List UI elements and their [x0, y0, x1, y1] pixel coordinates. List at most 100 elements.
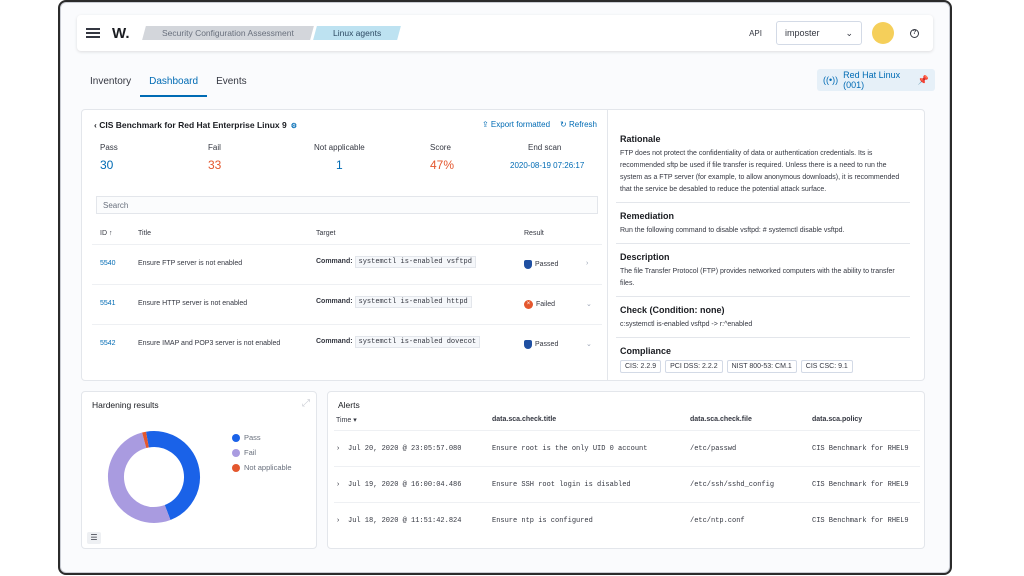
legend-item-not-applicable[interactable]: Not applicable	[232, 460, 292, 475]
rationale-title: Rationale	[620, 134, 661, 144]
chevron-right-icon[interactable]: ›	[586, 260, 588, 267]
col-id[interactable]: ID ↑	[100, 230, 112, 237]
stat-not-applicable: Not applicable 1	[314, 143, 365, 172]
fail-icon: ×	[524, 300, 533, 309]
row-title: Ensure FTP server is not enabled	[138, 260, 243, 267]
api-select-value: imposter	[785, 28, 820, 38]
export-button[interactable]: ⇪ Export formatted	[482, 120, 550, 129]
remediation-title: Remediation	[620, 211, 675, 221]
remediation-text: Run the following command to disable vsf…	[620, 227, 845, 234]
row-target: Command: systemctl is-enabled dovecot	[316, 336, 481, 348]
table-row[interactable]: 5542 Ensure IMAP and POP3 server is not …	[92, 324, 602, 364]
chart-legend: Pass Fail Not applicable	[232, 430, 292, 475]
chevron-down-icon[interactable]: ⌄	[586, 340, 592, 348]
row-result: × Failed	[524, 300, 555, 309]
compliance-badge: CIS CSC: 9.1	[800, 360, 853, 373]
description-section: Description The file Transfer Protocol (…	[616, 244, 910, 297]
stat-end-scan: End scan 2020-08-19 07:26:17	[510, 143, 585, 170]
col-policy: data.sca.policy	[812, 416, 863, 423]
tab-inventory[interactable]: Inventory	[81, 69, 140, 97]
legend-item-fail[interactable]: Fail	[232, 445, 292, 460]
alert-file: /etc/ssh/sshd_config	[690, 481, 775, 489]
stat-pass: Pass 30	[100, 143, 118, 172]
benchmark-panel: ‹ CIS Benchmark for Red Hat Enterprise L…	[81, 109, 925, 381]
row-id[interactable]: 5540	[100, 260, 116, 267]
alert-policy: CIS Benchmark for RHEL9	[812, 481, 909, 489]
menu-icon[interactable]	[86, 28, 100, 38]
row-title: Ensure HTTP server is not enabled	[138, 300, 248, 307]
checks-section: ‹ CIS Benchmark for Red Hat Enterprise L…	[82, 110, 608, 380]
remediation-section: Remediation Run the following command to…	[616, 203, 910, 244]
tab-dashboard[interactable]: Dashboard	[140, 69, 208, 97]
check-details: Rationale FTP does not protect the confi…	[616, 126, 910, 379]
row-result: Passed	[524, 260, 558, 269]
row-id[interactable]: 5541	[100, 300, 116, 307]
alert-title: Ensure SSH root login is disabled	[492, 481, 631, 489]
alert-time: Jul 18, 2020 @ 11:51:42.824	[348, 517, 462, 525]
alert-file: /etc/passwd	[690, 445, 737, 453]
alert-policy: CIS Benchmark for RHEL9	[812, 445, 909, 453]
alert-title: Ensure root is the only UID 0 account	[492, 445, 648, 453]
alert-policy: CIS Benchmark for RHEL9	[812, 517, 909, 525]
alerts-panel: Alerts Time ▾ data.sca.check.title data.…	[327, 391, 925, 549]
compliance-badge: CIS: 2.2.9	[620, 360, 662, 373]
col-check-file: data.sca.check.file	[690, 416, 752, 423]
compliance-title: Compliance	[620, 346, 672, 356]
description-text: The file Transfer Protocol (FTP) provide…	[620, 268, 895, 287]
rationale-text: FTP does not protect the confidentiality…	[620, 150, 900, 193]
chevron-right-icon[interactable]: ›	[336, 517, 340, 525]
description-title: Description	[620, 252, 670, 262]
search-input[interactable]: Search	[96, 196, 598, 214]
hardening-panel: Hardening results ⤢ Pass Fail Not applic…	[81, 391, 317, 549]
settings-icon[interactable]: ⚙	[291, 123, 297, 130]
api-select[interactable]: imposter ⌄	[776, 21, 862, 45]
legend-dot	[232, 433, 240, 442]
col-check-title: data.sca.check.title	[492, 416, 557, 423]
stats-row: Pass 30 Fail 33 Not applicable 1 Score 4…	[100, 143, 600, 172]
alert-row[interactable]: › Jul 19, 2020 @ 16:00:04.486 Ensure SSH…	[334, 466, 920, 502]
agent-selector[interactable]: ((•)) Red Hat Linux (001) 📌	[817, 69, 935, 91]
check-section: Check (Condition: none) c:systemctl is-e…	[616, 297, 910, 338]
tab-bar: Inventory Dashboard Events	[81, 69, 256, 97]
rationale-section: Rationale FTP does not protect the confi…	[616, 126, 910, 203]
legend-dot	[232, 463, 240, 472]
alert-row[interactable]: › Jul 18, 2020 @ 11:51:42.824 Ensure ntp…	[334, 502, 920, 538]
compliance-badges: CIS: 2.2.9 PCI DSS: 2.2.2 NIST 800-53: C…	[620, 360, 906, 373]
breadcrumb-sca[interactable]: Security Configuration Assessment	[141, 26, 314, 40]
col-result: Result	[524, 230, 544, 237]
api-label: API	[749, 28, 762, 38]
help-icon[interactable]: ?	[910, 28, 919, 38]
alert-file: /etc/ntp.conf	[690, 517, 745, 525]
refresh-icon: ↻	[560, 120, 569, 129]
app-window: W. Security Configuration Assessment Lin…	[60, 2, 950, 573]
avatar[interactable]	[872, 22, 894, 44]
refresh-button[interactable]: ↻ Refresh	[560, 120, 597, 129]
tab-events[interactable]: Events	[207, 69, 256, 97]
table-row[interactable]: 5540 Ensure FTP server is not enabled Co…	[92, 244, 602, 284]
breadcrumb-linux-agents[interactable]: Linux agents	[313, 26, 402, 40]
shield-icon	[524, 340, 532, 349]
col-time[interactable]: Time ▾	[336, 416, 357, 424]
agent-name: Red Hat Linux (001)	[843, 70, 901, 90]
col-title: Title	[138, 230, 151, 237]
benchmark-actions: ⇪ Export formatted ↻ Refresh	[482, 120, 597, 129]
benchmark-title[interactable]: ‹ CIS Benchmark for Red Hat Enterprise L…	[94, 120, 297, 130]
shield-icon	[524, 260, 532, 269]
alert-row[interactable]: › Jul 20, 2020 @ 23:05:57.080 Ensure roo…	[334, 430, 920, 466]
row-result: Passed	[524, 340, 558, 349]
row-target: Command: systemctl is-enabled vsftpd	[316, 256, 476, 268]
row-id[interactable]: 5542	[100, 340, 116, 347]
table-row[interactable]: 5541 Ensure HTTP server is not enabled C…	[92, 284, 602, 324]
chevron-right-icon[interactable]: ›	[336, 481, 340, 489]
alert-title: Ensure ntp is configured	[492, 517, 593, 525]
check-title: Check (Condition: none)	[620, 305, 725, 315]
legend-item-pass[interactable]: Pass	[232, 430, 292, 445]
logo[interactable]: W.	[112, 25, 130, 42]
compliance-badge: NIST 800-53: CM.1	[726, 360, 797, 373]
list-icon[interactable]: ☰	[87, 532, 101, 544]
col-target: Target	[316, 230, 336, 237]
chevron-right-icon[interactable]: ›	[336, 445, 340, 453]
chevron-down-icon[interactable]: ⌄	[586, 300, 592, 308]
pin-icon[interactable]: 📌	[918, 75, 929, 86]
row-target: Command: systemctl is-enabled httpd	[316, 296, 472, 308]
